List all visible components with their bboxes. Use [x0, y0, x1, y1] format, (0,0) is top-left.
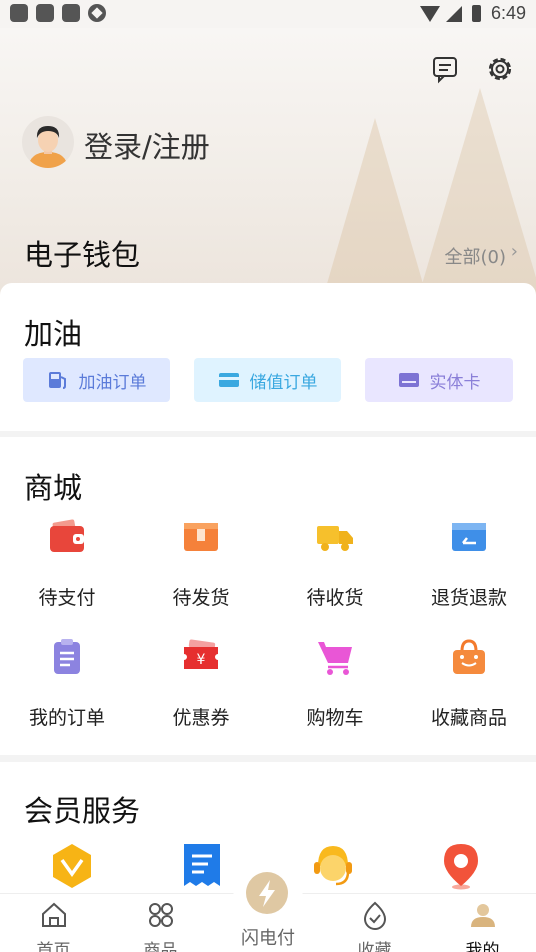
coupon-label: 优惠券 [172, 707, 230, 729]
flash-pay-button[interactable] [246, 872, 288, 914]
favorite-icon [363, 901, 386, 930]
fuel-title: 加油 [24, 317, 83, 351]
clipboard-icon [54, 639, 80, 674]
notification-icon [62, 4, 80, 22]
avatar[interactable] [22, 116, 74, 168]
status-bar: 6:49 [0, 0, 536, 28]
card-icon [218, 373, 239, 387]
user-icon [470, 904, 495, 927]
stored-value-orders-label: 储值订单 [249, 372, 318, 393]
pending-shipment-item[interactable]: 待发货 [134, 517, 268, 610]
my-orders-label: 我的订单 [28, 707, 105, 729]
customer-service-icon[interactable] [310, 842, 356, 890]
wallet-title: 电子钱包 [24, 238, 141, 272]
grid-icon [148, 903, 173, 927]
svg-text:¥: ¥ [197, 652, 206, 668]
my-orders-item[interactable]: 我的订单 [0, 637, 134, 730]
notification-icon [10, 4, 28, 22]
bottom-nav: 首页 商品 闪电付 收藏 我的 [0, 864, 536, 952]
status-time: 6:49 [490, 3, 526, 23]
physical-card-button[interactable]: 实体卡 [365, 358, 513, 402]
receipt-icon[interactable] [182, 842, 222, 888]
pending-payment-item[interactable]: 待支付 [0, 517, 134, 610]
profile-header: 登录/注册 电子钱包 全部(0) › [0, 28, 536, 298]
refund-icon [452, 523, 486, 551]
fuel-section: 加油 加油订单 储值订单 实体卡 [0, 283, 536, 431]
nav-home-label: 首页 [36, 941, 71, 952]
wallet-all-link[interactable]: 全部(0) [445, 243, 507, 269]
nav-favorites[interactable]: 收藏 [321, 894, 428, 952]
cart-item[interactable]: 购物车 [268, 637, 402, 730]
sync-icon [88, 4, 106, 22]
refund-label: 退货退款 [430, 587, 507, 609]
physical-card-icon [398, 373, 419, 387]
notification-icon [36, 4, 54, 22]
notification-icons [10, 4, 106, 22]
home-icon [41, 902, 66, 927]
wifi-icon [419, 5, 440, 22]
pending-receipt-label: 待收货 [306, 587, 364, 609]
cart-label: 购物车 [306, 707, 364, 729]
nav-mine-label: 我的 [465, 941, 500, 952]
nav-home[interactable]: 首页 [0, 894, 107, 952]
coupon-item[interactable]: ¥ 优惠券 [134, 637, 268, 730]
fuel-pump-icon [48, 372, 66, 389]
coupon-icon: ¥ [184, 639, 218, 669]
box-icon [184, 523, 218, 551]
nav-favorites-label: 收藏 [357, 941, 392, 952]
nav-goods[interactable]: 商品 [107, 894, 214, 952]
nav-mine[interactable]: 我的 [429, 894, 536, 952]
signal-icon [445, 5, 462, 22]
vip-icon[interactable] [50, 842, 94, 890]
gear-icon[interactable] [485, 54, 515, 84]
lightning-icon [259, 880, 275, 907]
fuel-orders-button[interactable]: 加油订单 [23, 358, 170, 402]
physical-card-label: 实体卡 [429, 372, 481, 393]
pending-shipment-label: 待发货 [172, 587, 230, 609]
pending-payment-label: 待支付 [38, 587, 96, 609]
favorite-goods-label: 收藏商品 [430, 707, 507, 729]
member-title: 会员服务 [24, 794, 141, 828]
background-tree [320, 118, 430, 298]
wallet-icon [50, 519, 84, 552]
cart-icon [318, 642, 352, 675]
location-icon[interactable] [440, 842, 482, 890]
pending-receipt-item[interactable]: 待收货 [268, 517, 402, 610]
truck-icon [317, 526, 353, 551]
stored-value-orders-button[interactable]: 储值订单 [194, 358, 341, 402]
mall-title: 商城 [24, 471, 83, 505]
mall-section: 商城 待支付 待发货 待收货 退货退款 我的订单 ¥ 优惠券 购物车 收藏商品 [0, 437, 536, 755]
battery-icon [471, 5, 481, 22]
nav-flash-pay-label[interactable]: 闪电付 [233, 924, 303, 950]
message-icon[interactable] [430, 54, 460, 84]
nav-goods-label: 商品 [143, 941, 178, 952]
chevron-right-icon: › [510, 241, 518, 262]
login-register-link[interactable]: 登录/注册 [84, 124, 210, 166]
fuel-orders-label: 加油订单 [78, 372, 147, 393]
bag-icon [453, 639, 485, 674]
refund-item[interactable]: 退货退款 [402, 517, 536, 610]
favorite-goods-item[interactable]: 收藏商品 [402, 637, 536, 730]
